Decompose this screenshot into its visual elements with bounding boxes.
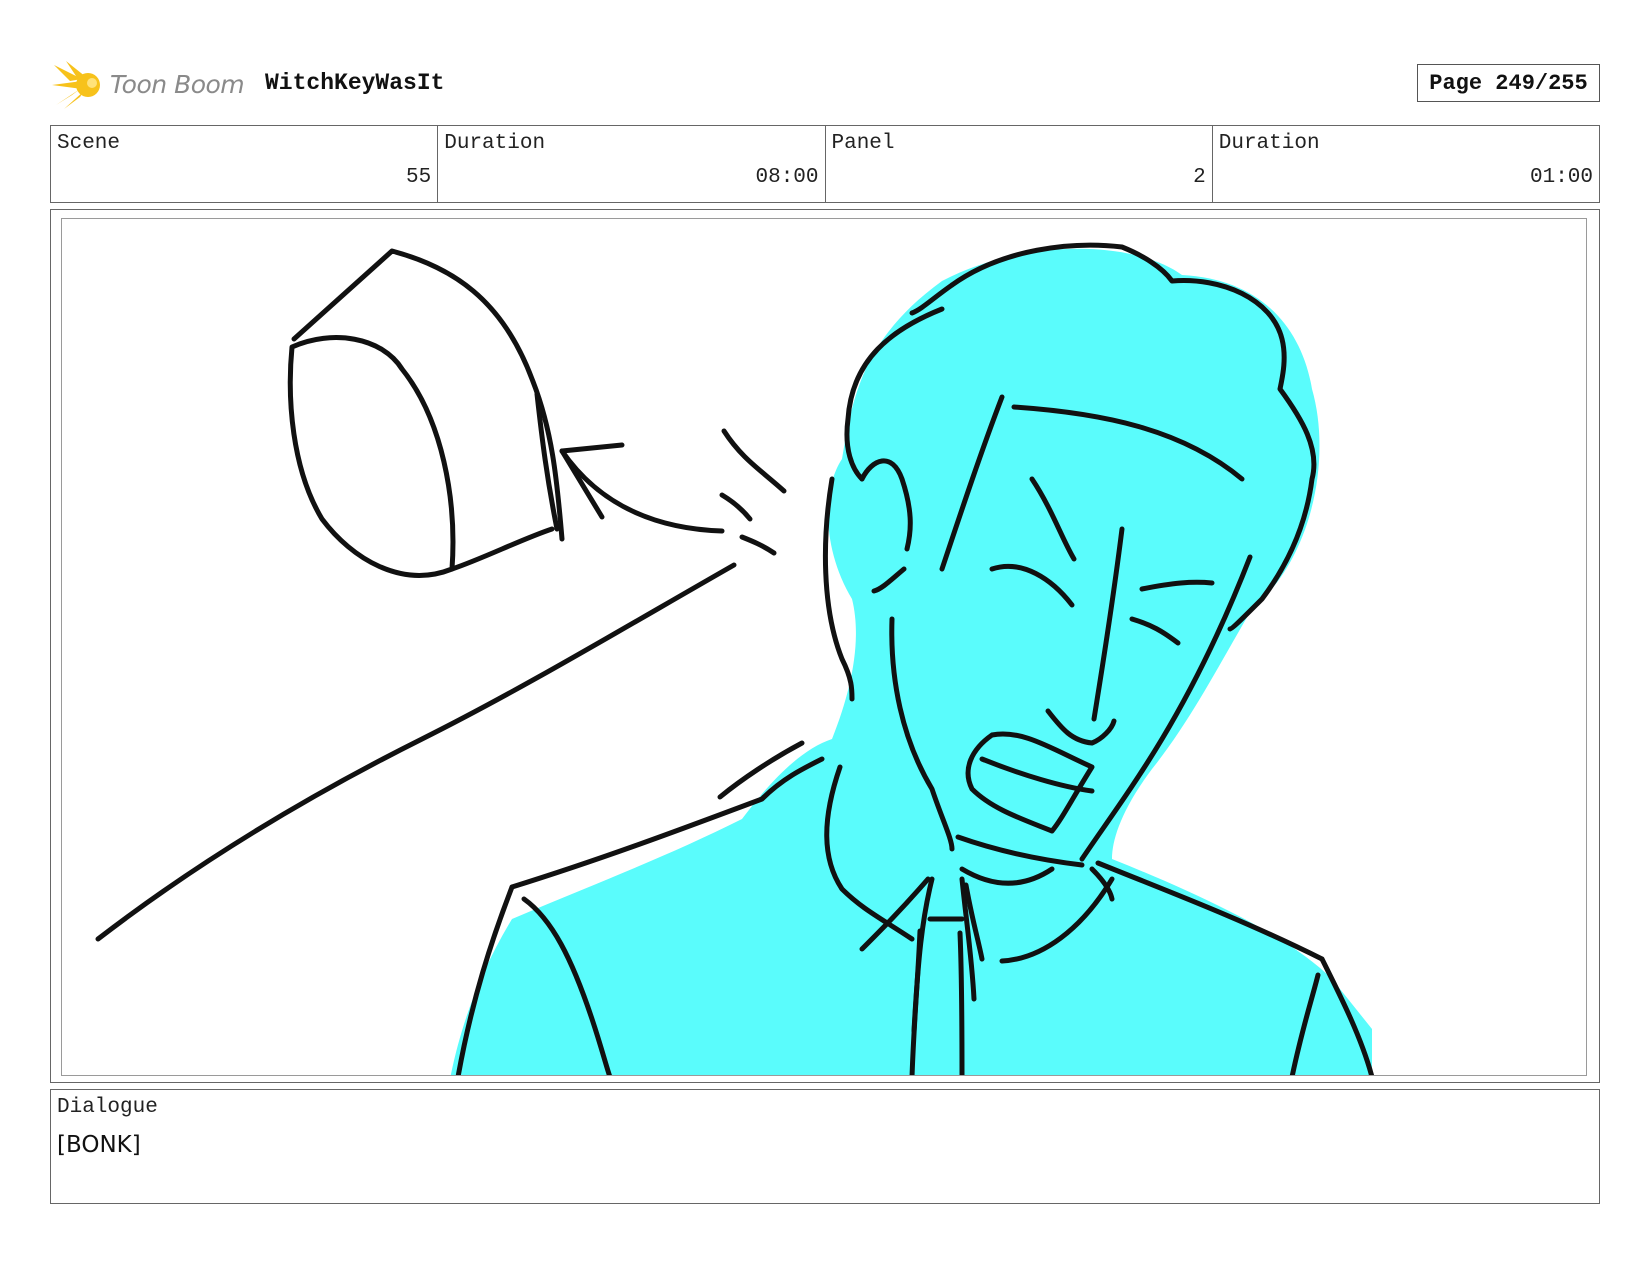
page-header: Toon Boom WitchKeyWasIt Page 249/255 [50, 55, 1600, 111]
panel-duration-cell: Duration 01:00 [1213, 126, 1599, 202]
impact-line-1 [721, 428, 787, 494]
scene-value: 55 [406, 166, 432, 189]
scene-duration-label: Duration [444, 132, 546, 155]
arrow-head-bottom [559, 448, 605, 520]
dialogue-text: [BONK] [57, 1132, 141, 1158]
scene-label: Scene [57, 132, 121, 155]
storyboard-panel-frame [50, 209, 1600, 1083]
can-body [291, 248, 565, 542]
project-title: WitchKeyWasIt [265, 70, 445, 96]
scene-duration-value: 08:00 [755, 166, 819, 189]
storyboard-sketch [95, 242, 1375, 1075]
scene-duration-cell: Duration 08:00 [438, 126, 826, 202]
storyboard-panel [61, 218, 1587, 1076]
can-bottom [449, 526, 555, 572]
panel-duration-label: Duration [1218, 132, 1320, 155]
panel-cell: Panel 2 [826, 126, 1213, 202]
collar-mid-2 [957, 930, 965, 1075]
arrow-head-top [559, 442, 625, 454]
logo-text: Toon Boom [110, 70, 245, 99]
panel-label: Panel [831, 132, 895, 155]
character-fill [450, 248, 1372, 1075]
can-top-rim [287, 335, 456, 578]
dialogue-label: Dialogue [57, 1096, 158, 1119]
scene-info-table: Scene 55 Duration 08:00 Panel 2 Duration… [50, 125, 1600, 203]
impact-line-3 [739, 534, 777, 556]
scene-cell: Scene 55 [51, 126, 439, 202]
impact-line-2 [719, 492, 753, 522]
page-number: Page 249/255 [1417, 64, 1600, 102]
dialogue-box: Dialogue [BONK] [50, 1089, 1600, 1204]
panel-duration-value: 01:00 [1529, 166, 1593, 189]
panel-value: 2 [1193, 166, 1206, 189]
toon-boom-logo: Toon Boom [52, 59, 252, 111]
toon-boom-star-icon [52, 61, 100, 109]
